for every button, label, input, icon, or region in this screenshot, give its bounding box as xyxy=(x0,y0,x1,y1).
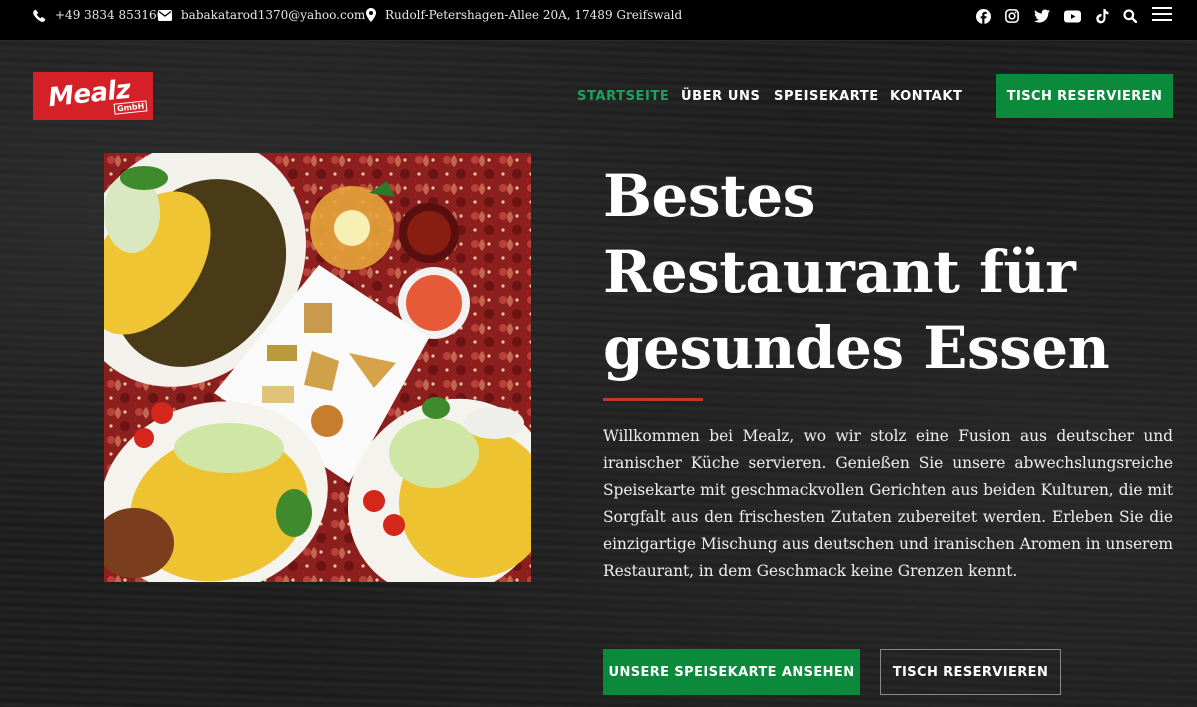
email-address: babakatarod1370@yahoo.com xyxy=(181,8,366,22)
food-illustration xyxy=(104,153,531,582)
nav-item-kontakt[interactable]: KONTAKT xyxy=(890,86,962,106)
phone-icon xyxy=(33,9,46,22)
instagram-icon[interactable] xyxy=(1005,8,1019,24)
address-contact[interactable]: Rudolf-Petershagen-Allee 20A, 17489 Grei… xyxy=(366,0,682,30)
hero-headline: Bestes Restaurant für gesundes Essen xyxy=(603,162,1110,382)
address-text: Rudolf-Petershagen-Allee 20A, 17489 Grei… xyxy=(385,8,683,22)
youtube-icon[interactable] xyxy=(1064,8,1081,24)
logo-suffix: GmbH xyxy=(113,100,148,115)
reserve-table-hero-button[interactable]: TISCH RESERVIEREN xyxy=(880,649,1061,695)
nav-item-ueber-uns[interactable]: ÜBER UNS xyxy=(681,86,760,106)
hero-food-image xyxy=(104,153,531,582)
menu-icon[interactable] xyxy=(1152,6,1172,22)
headline-divider xyxy=(603,398,703,401)
phone-contact[interactable]: +49 3834 853160 xyxy=(33,0,164,30)
map-pin-icon xyxy=(366,8,376,22)
view-menu-button[interactable]: UNSERE SPEISEKARTE ANSEHEN xyxy=(603,649,860,695)
reserve-table-header-button[interactable]: TISCH RESERVIEREN xyxy=(996,74,1173,118)
logo[interactable]: Mealz GmbH xyxy=(33,72,153,120)
nav-item-startseite[interactable]: STARTSEITE xyxy=(577,86,669,106)
facebook-icon[interactable] xyxy=(976,8,991,24)
hero-intro-text: Willkommen bei Mealz, wo wir stolz eine … xyxy=(603,427,1173,580)
email-contact[interactable]: babakatarod1370@yahoo.com xyxy=(158,0,365,30)
top-bar: +49 3834 853160 babakatarod1370@yahoo.co… xyxy=(0,0,1197,41)
twitter-icon[interactable] xyxy=(1034,8,1050,24)
search-icon[interactable] xyxy=(1123,8,1137,24)
phone-number: +49 3834 853160 xyxy=(55,8,165,22)
tiktok-icon[interactable] xyxy=(1096,8,1109,24)
nav-item-speisekarte[interactable]: SPEISEKARTE xyxy=(774,86,879,106)
envelope-icon xyxy=(158,9,172,21)
